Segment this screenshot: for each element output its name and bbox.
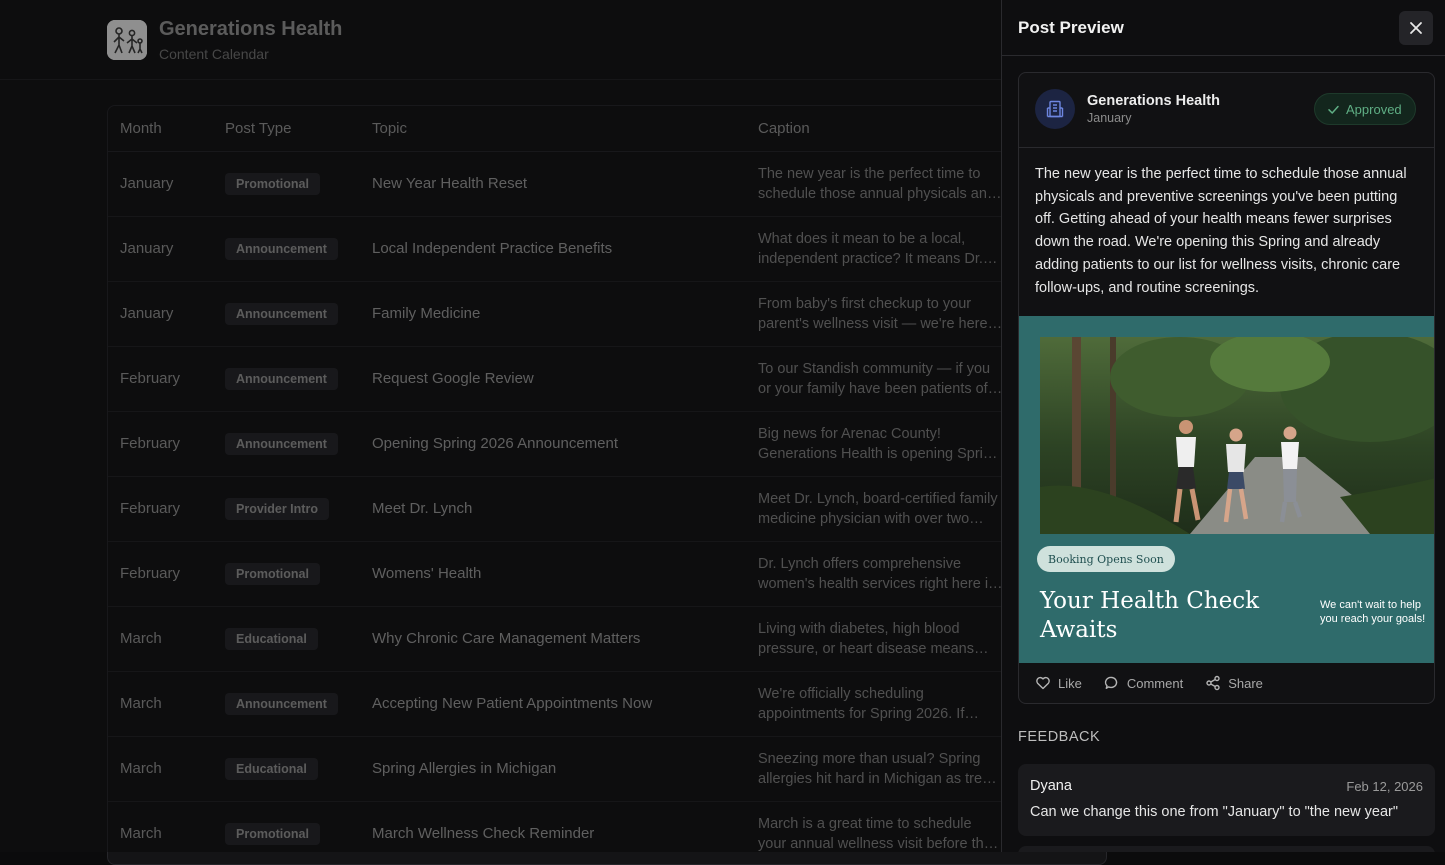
hospital-icon bbox=[1046, 100, 1064, 118]
post-preview-panel: Post Preview Generations Health January bbox=[1001, 0, 1445, 852]
comment-label: Comment bbox=[1126, 675, 1184, 691]
comment-icon bbox=[1104, 676, 1118, 689]
check-icon bbox=[1328, 105, 1339, 114]
share-button[interactable]: Share bbox=[1205, 675, 1263, 691]
comment-button[interactable]: Comment bbox=[1104, 675, 1183, 691]
close-icon bbox=[1410, 22, 1422, 34]
close-button[interactable] bbox=[1399, 11, 1433, 45]
post-card-header: Generations Health January Approved bbox=[1019, 73, 1434, 148]
feedback-heading: FEEDBACK bbox=[1018, 729, 1101, 745]
like-button[interactable]: Like bbox=[1035, 675, 1082, 691]
image-headline: Your Health Check Awaits bbox=[1040, 588, 1260, 643]
feedback-author: Dyana bbox=[1030, 778, 1072, 794]
post-image[interactable]: Booking Opens Soon Your Health Check Awa… bbox=[1019, 316, 1434, 663]
heart-icon bbox=[1036, 676, 1050, 690]
panel-title: Post Preview bbox=[1018, 18, 1124, 37]
avatar bbox=[1035, 89, 1075, 129]
image-tagline: We can't wait to help you reach your goa… bbox=[1320, 599, 1426, 625]
post-author: Generations Health bbox=[1087, 93, 1220, 109]
panel-header: Post Preview bbox=[1002, 0, 1445, 56]
post-month: January bbox=[1087, 111, 1132, 125]
share-label: Share bbox=[1228, 675, 1263, 691]
feedback-item: Dyana Feb 12, 2026 Can we change this on… bbox=[1018, 764, 1435, 836]
like-label: Like bbox=[1058, 675, 1082, 691]
feedback-text: Can we change this one from "January" to… bbox=[1030, 804, 1398, 820]
booking-pill: Booking Opens Soon bbox=[1037, 546, 1175, 572]
modal-backdrop[interactable] bbox=[0, 0, 1001, 852]
post-actions: Like Comment Share bbox=[1019, 663, 1434, 703]
status-label: Approved bbox=[1346, 101, 1402, 117]
post-card: Generations Health January Approved The … bbox=[1018, 72, 1435, 704]
feedback-input-area[interactable] bbox=[1018, 846, 1435, 852]
feedback-date: Feb 12, 2026 bbox=[1346, 779, 1423, 794]
post-body: The new year is the perfect time to sche… bbox=[1035, 166, 1407, 296]
runners-photo bbox=[1040, 337, 1434, 534]
status-badge: Approved bbox=[1314, 93, 1416, 125]
share-icon bbox=[1206, 675, 1220, 691]
